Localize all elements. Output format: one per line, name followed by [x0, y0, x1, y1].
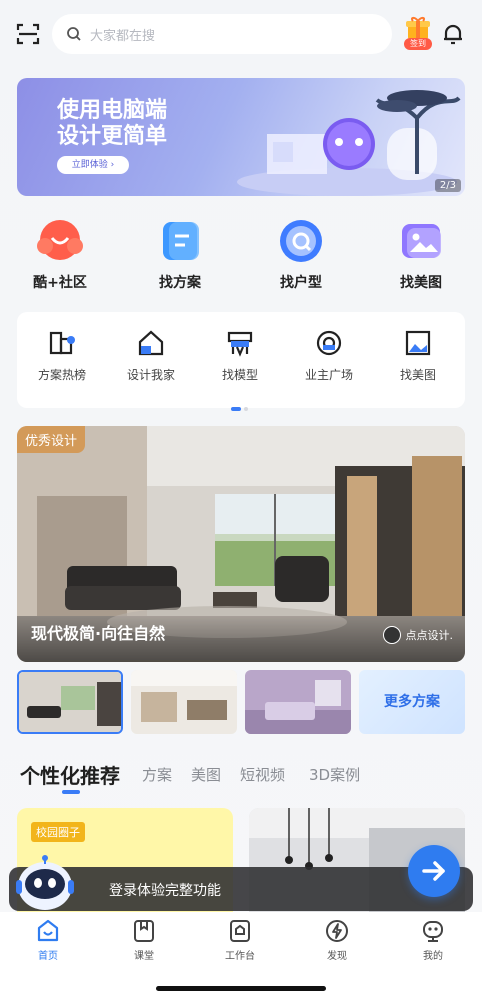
nav-label: 发现 [327, 951, 347, 962]
nav-discover[interactable]: 发现 [307, 918, 367, 962]
bell-icon[interactable] [441, 22, 465, 46]
workbench-icon [230, 920, 250, 942]
arrow-right-icon [422, 861, 445, 881]
more-plans-button[interactable]: 更多方案 [359, 670, 465, 734]
author-name: 点点设计. [405, 629, 454, 642]
thumbnail-1[interactable] [17, 670, 123, 734]
category-plans[interactable]: 找方案 [135, 218, 225, 292]
nav-profile[interactable]: 我的 [403, 918, 463, 962]
banner-title: 使用电脑端 设计更简单 [57, 98, 197, 150]
banner-page-indicator: 2/3 [434, 179, 461, 192]
home-tab-icon [37, 919, 59, 942]
home-indicator [156, 986, 326, 991]
scan-icon[interactable] [16, 22, 40, 46]
square-icon [316, 330, 342, 356]
top-bar: 大家都在搜 签到 [0, 14, 482, 54]
search-placeholder: 大家都在搜 [90, 28, 156, 44]
category-label: 找方案 [159, 275, 201, 291]
community-icon [37, 220, 83, 260]
subnav-ranking[interactable]: 方案热榜 [22, 328, 102, 383]
category-label: 酷+社区 [33, 275, 87, 291]
nav-workbench[interactable]: 工作台 [210, 918, 270, 962]
gallery-icon [402, 224, 441, 258]
thumbnail-image [19, 672, 121, 732]
category-label: 找美图 [400, 275, 442, 291]
subnav-design-home[interactable]: 设计我家 [111, 328, 191, 383]
login-prompt-bar[interactable]: 登录体验完整功能 [9, 867, 473, 911]
main-categories: 酷+社区 找方案 找户型 找美图 [0, 218, 482, 298]
category-floorplans[interactable]: 找户型 [256, 218, 346, 292]
promo-banner[interactable]: 使用电脑端 设计更简单 立即体验 › 2/3 [17, 78, 465, 196]
nav-label: 工作台 [225, 951, 255, 962]
subnav-owner-square[interactable]: 业主广场 [289, 328, 369, 383]
nav-classroom[interactable]: 课堂 [114, 918, 174, 962]
author-avatar [382, 626, 401, 644]
page-dots [231, 396, 248, 415]
featured-design-card[interactable]: 优秀设计 现代极简·向往自然 点点设计. [17, 426, 465, 662]
floorplan-icon [280, 220, 322, 262]
banner-title-line2: 设计更简单 [57, 124, 168, 149]
thumbnail-3[interactable] [245, 670, 351, 734]
nav-label: 首页 [38, 951, 58, 962]
thumbnail-image [245, 670, 351, 734]
nav-home[interactable]: 首页 [18, 918, 78, 962]
subnav-label: 找美图 [399, 368, 436, 382]
model-icon [227, 331, 253, 357]
feed-tabs: 个性化推荐 方案 美图 短视频 3D案例 [20, 758, 470, 798]
plan-icon [163, 222, 199, 260]
nav-label: 课堂 [134, 951, 154, 962]
subnav-model[interactable]: 找模型 [200, 328, 280, 383]
login-prompt-text: 登录体验完整功能 [109, 883, 221, 899]
thumbnail-image [131, 670, 237, 734]
subnav-pictures[interactable]: 找美图 [378, 328, 458, 383]
picture-icon [405, 330, 431, 356]
subnav-label: 业主广场 [304, 368, 353, 382]
tab-recommend[interactable]: 个性化推荐 [20, 760, 120, 789]
featured-author[interactable]: 点点设计. [382, 626, 454, 644]
subnav-label: 找模型 [221, 368, 258, 382]
home-icon [138, 330, 164, 356]
gift-icon [406, 17, 430, 39]
ranking-icon [49, 331, 75, 355]
tab-3d-cases[interactable]: 3D案例 [309, 764, 360, 785]
quick-nav-card: 方案热榜 设计我家 找模型 业主广场 找美图 [17, 312, 465, 411]
campus-tag: 校园圈子 [31, 822, 85, 842]
search-bar[interactable]: 大家都在搜 [52, 14, 392, 54]
category-gallery[interactable]: 找美图 [376, 218, 466, 292]
banner-title-line1: 使用电脑端 [57, 98, 168, 123]
dot-active [231, 407, 241, 411]
tab-plans[interactable]: 方案 [142, 764, 172, 785]
subnav-label: 设计我家 [126, 368, 175, 382]
active-tab-indicator [62, 790, 80, 794]
tab-short-video[interactable]: 短视频 [240, 764, 285, 785]
tab-pictures[interactable]: 美图 [191, 764, 221, 785]
nav-label: 我的 [423, 951, 443, 962]
profile-icon [423, 921, 443, 942]
banner-cta-button[interactable]: 立即体验 › [57, 156, 129, 174]
featured-title: 现代极简·向往自然 [31, 624, 166, 643]
login-arrow-button[interactable] [408, 845, 460, 897]
category-label: 找户型 [280, 275, 322, 291]
design-thumbnails: 更多方案 [17, 670, 465, 734]
robot-mascot-icon [16, 855, 74, 910]
featured-tag: 优秀设计 [17, 426, 86, 453]
discover-icon [326, 920, 348, 942]
banner-illustration [237, 90, 461, 196]
dot [244, 407, 248, 411]
category-community[interactable]: 酷+社区 [15, 218, 105, 292]
thumbnail-2[interactable] [131, 670, 237, 734]
subnav-label: 方案热榜 [37, 368, 86, 382]
checkin-button[interactable]: 签到 [404, 16, 432, 50]
classroom-icon [134, 920, 154, 942]
checkin-badge: 签到 [404, 38, 432, 50]
search-icon [67, 27, 81, 41]
